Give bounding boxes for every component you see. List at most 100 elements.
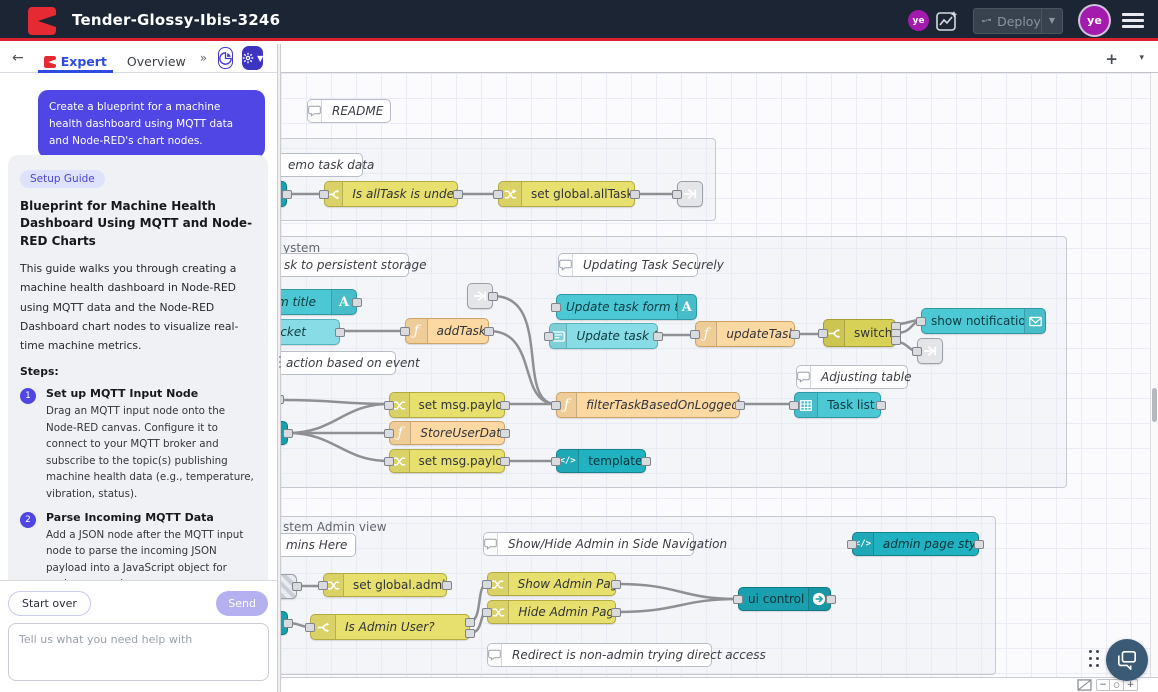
send-button[interactable]: Send xyxy=(216,591,268,616)
port-out[interactable] xyxy=(611,608,621,617)
navigator-icon[interactable] xyxy=(1077,679,1092,691)
node-link-stub[interactable] xyxy=(281,611,288,635)
node-function-updatetask[interactable]: ƒ updateTask xyxy=(695,321,795,347)
port-out[interactable] xyxy=(292,582,302,591)
port-in[interactable] xyxy=(847,540,857,549)
port-in[interactable] xyxy=(672,190,682,199)
port-out[interactable] xyxy=(484,327,494,336)
port-out[interactable] xyxy=(465,618,475,627)
port-out[interactable] xyxy=(876,401,886,410)
flow-list-button[interactable]: ▾ xyxy=(1139,53,1144,63)
deploy-caret-icon[interactable]: ▼ xyxy=(1041,9,1062,33)
node-function-storeuserdata[interactable]: ƒ StoreUserData xyxy=(389,421,505,445)
node-template[interactable]: </> template xyxy=(556,449,646,473)
port-in[interactable] xyxy=(690,330,700,339)
comment-action-event[interactable]: action based on event xyxy=(281,351,396,375)
start-over-button[interactable]: Start over xyxy=(8,591,91,616)
zoom-out-button[interactable]: − xyxy=(1096,679,1110,691)
comment-redirect[interactable]: Redirect is non-admin trying direct acce… xyxy=(487,643,712,667)
node-link-out[interactable] xyxy=(467,283,493,309)
back-arrow-icon[interactable]: ← xyxy=(12,50,24,66)
port-in[interactable] xyxy=(384,401,394,410)
port-in[interactable] xyxy=(916,317,926,326)
chat-scroll-area[interactable]: Create a blueprint for a machine health … xyxy=(0,73,277,580)
more-tabs-chevrons[interactable]: » xyxy=(200,51,206,65)
port-in[interactable] xyxy=(551,303,561,312)
main-menu-icon[interactable] xyxy=(1122,13,1144,31)
comment-persist-storage[interactable]: sk to persistent storage xyxy=(281,253,409,277)
node-switch-is-alltask[interactable]: Is allTask is undefined xyxy=(324,181,458,207)
comment-show-hide-admin[interactable]: Show/Hide Admin in Side Navigation xyxy=(483,532,694,556)
node-change-set-payload-1[interactable]: set msg.payload xyxy=(389,392,505,418)
comment-adjusting-table[interactable]: Adjusting table xyxy=(796,365,908,389)
node-form-title-fragment[interactable]: m title A xyxy=(281,289,357,315)
tab-expert[interactable]: Expert xyxy=(44,44,107,73)
comment-updating-task[interactable]: Updating Task Securely xyxy=(558,253,698,277)
port-out[interactable] xyxy=(500,401,510,410)
port-out[interactable] xyxy=(500,457,510,466)
port-out[interactable] xyxy=(335,328,345,337)
node-change-set-admins[interactable]: set global.admins xyxy=(323,573,447,597)
port-in[interactable] xyxy=(789,401,799,410)
port-out[interactable] xyxy=(630,190,640,199)
chart-panel-button[interactable] xyxy=(218,47,233,69)
help-input[interactable] xyxy=(8,623,269,681)
node-hidden-stub[interactable] xyxy=(281,574,297,599)
node-ui-control[interactable]: ui control xyxy=(738,587,831,611)
port-out[interactable] xyxy=(891,336,901,345)
zoom-reset-button[interactable]: ○ xyxy=(1110,679,1124,691)
port-in[interactable] xyxy=(544,332,554,341)
port-out[interactable] xyxy=(442,581,452,590)
avatar-user[interactable]: ye xyxy=(1080,6,1109,35)
node-change-set-payload-2[interactable]: set msg.payload xyxy=(389,449,505,473)
canvas-vscrollbar[interactable] xyxy=(1150,73,1158,677)
node-task-list[interactable]: Task list xyxy=(794,392,881,418)
node-show-notification[interactable]: show notification xyxy=(921,308,1046,334)
node-link-out[interactable] xyxy=(917,338,943,364)
port-out[interactable] xyxy=(735,401,745,410)
port-out[interactable] xyxy=(974,540,984,549)
port-in[interactable] xyxy=(551,401,561,410)
port-out[interactable] xyxy=(283,429,293,438)
chat-fab-button[interactable] xyxy=(1106,639,1148,681)
port-out[interactable] xyxy=(653,332,663,341)
tab-overview[interactable]: Overview xyxy=(127,44,186,73)
avatar-small[interactable]: ye xyxy=(908,10,929,31)
port-out[interactable] xyxy=(790,330,800,339)
node-update-form-title[interactable]: Update task form title A xyxy=(556,294,697,320)
port-in[interactable] xyxy=(318,581,328,590)
node-switch-is-admin[interactable]: Is Admin User? xyxy=(310,614,470,640)
flow-canvas[interactable]: ystem stem Admin view README emo task da… xyxy=(281,73,1150,677)
port-in[interactable] xyxy=(818,329,828,338)
port-out[interactable] xyxy=(500,429,510,438)
port-out[interactable] xyxy=(611,580,621,589)
deploy-button[interactable]: Deploy ▼ xyxy=(973,8,1063,34)
comment-demo-task-data[interactable]: emo task data xyxy=(281,153,363,177)
port-out[interactable] xyxy=(488,292,498,301)
node-link-stub[interactable] xyxy=(281,181,287,207)
ai-assistant-icon[interactable] xyxy=(935,9,959,33)
comment-admins-here[interactable]: mins Here xyxy=(281,533,356,557)
node-function-filtertask[interactable]: ƒ filterTaskBasedOnLoggedUser xyxy=(556,392,740,418)
add-flow-button[interactable]: + xyxy=(1105,50,1118,68)
port-out[interactable] xyxy=(283,619,293,628)
port-in[interactable] xyxy=(551,457,561,466)
node-ticket-fragment[interactable]: icket xyxy=(281,319,340,345)
node-change-set-alltask[interactable]: set global.allTask xyxy=(498,181,635,207)
node-switch[interactable]: switch xyxy=(823,319,896,347)
settings-dropdown-button[interactable]: ▼ xyxy=(242,46,263,70)
node-admin-page-style[interactable]: </> admin page style xyxy=(852,532,979,556)
port-out[interactable] xyxy=(465,629,475,638)
node-update-form[interactable]: Update task form xyxy=(549,323,658,349)
port-edge[interactable] xyxy=(281,395,284,404)
node-function-addtask[interactable]: ƒ addTask xyxy=(405,318,489,344)
port-out[interactable] xyxy=(352,298,362,307)
port-in[interactable] xyxy=(319,190,329,199)
node-link-stub[interactable] xyxy=(281,421,288,445)
comment-readme[interactable]: README xyxy=(307,99,391,123)
port-in[interactable] xyxy=(400,327,410,336)
port-out[interactable] xyxy=(282,190,292,199)
port-in[interactable] xyxy=(482,580,492,589)
port-in[interactable] xyxy=(384,457,394,466)
port-in[interactable] xyxy=(384,429,394,438)
